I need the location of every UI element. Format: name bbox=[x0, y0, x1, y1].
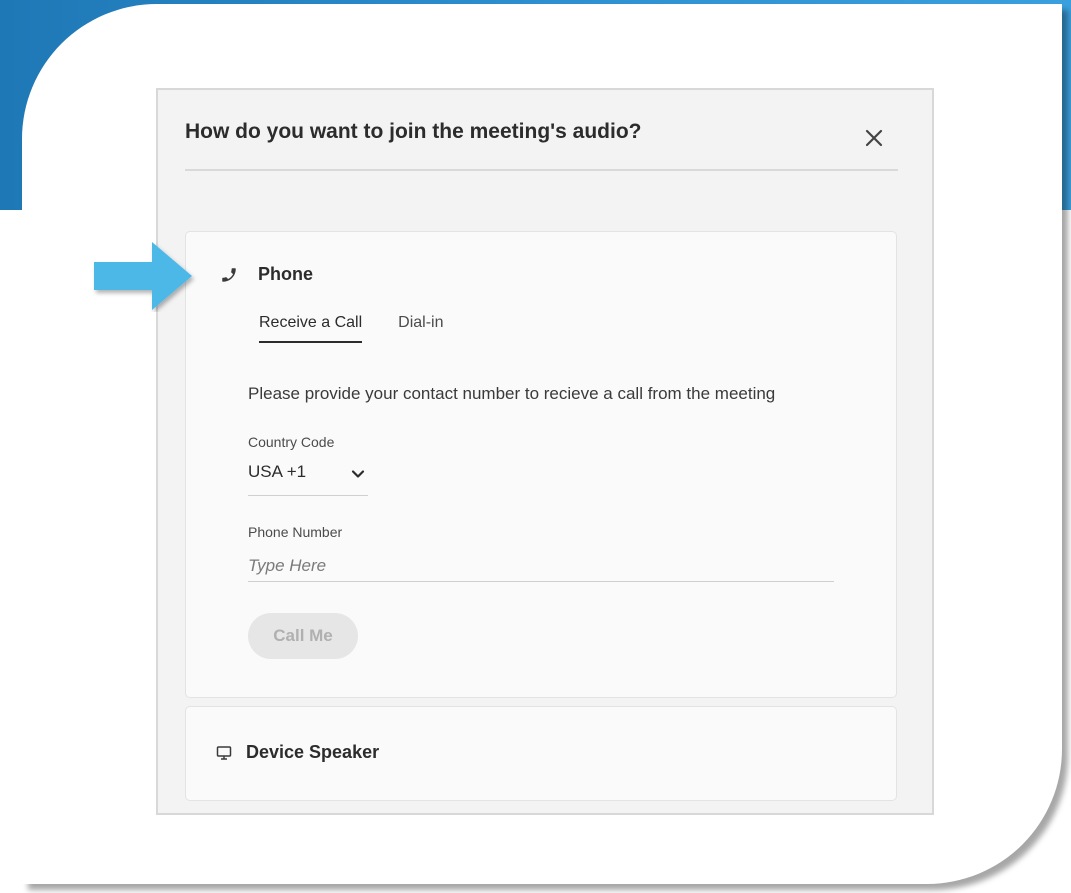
device-speaker-option-card[interactable]: Device Speaker bbox=[185, 706, 897, 801]
phone-section-header[interactable]: Phone bbox=[220, 264, 313, 285]
close-icon bbox=[865, 129, 883, 147]
call-mode-tabs: Receive a Call Dial-in bbox=[259, 314, 444, 343]
tab-dial-in[interactable]: Dial-in bbox=[398, 314, 443, 343]
device-speaker-label: Device Speaker bbox=[246, 742, 380, 762]
country-code-select[interactable]: USA +1 bbox=[248, 462, 368, 496]
dialog-title: How do you want to join the meeting's au… bbox=[185, 120, 642, 143]
tab-receive-a-call[interactable]: Receive a Call bbox=[259, 314, 363, 343]
device-speaker-section-header[interactable]: Device Speaker bbox=[216, 742, 379, 763]
title-divider bbox=[185, 169, 898, 171]
phone-number-input[interactable] bbox=[248, 550, 834, 582]
chevron-down-icon bbox=[351, 470, 365, 478]
country-code-label: Country Code bbox=[248, 434, 335, 450]
call-instruction-text: Please provide your contact number to re… bbox=[248, 384, 776, 403]
call-me-button[interactable]: Call Me bbox=[248, 613, 358, 659]
phone-icon bbox=[222, 267, 236, 282]
audio-join-dialog: How do you want to join the meeting's au… bbox=[156, 88, 934, 815]
phone-option-card: Phone Receive a Call Dial-in Please prov… bbox=[185, 231, 897, 698]
phone-number-label: Phone Number bbox=[248, 524, 343, 540]
monitor-icon bbox=[216, 745, 232, 760]
phone-section-label: Phone bbox=[258, 264, 314, 284]
arrow-right-icon bbox=[94, 242, 192, 310]
close-button[interactable] bbox=[862, 126, 886, 150]
country-code-value: USA +1 bbox=[248, 462, 307, 481]
